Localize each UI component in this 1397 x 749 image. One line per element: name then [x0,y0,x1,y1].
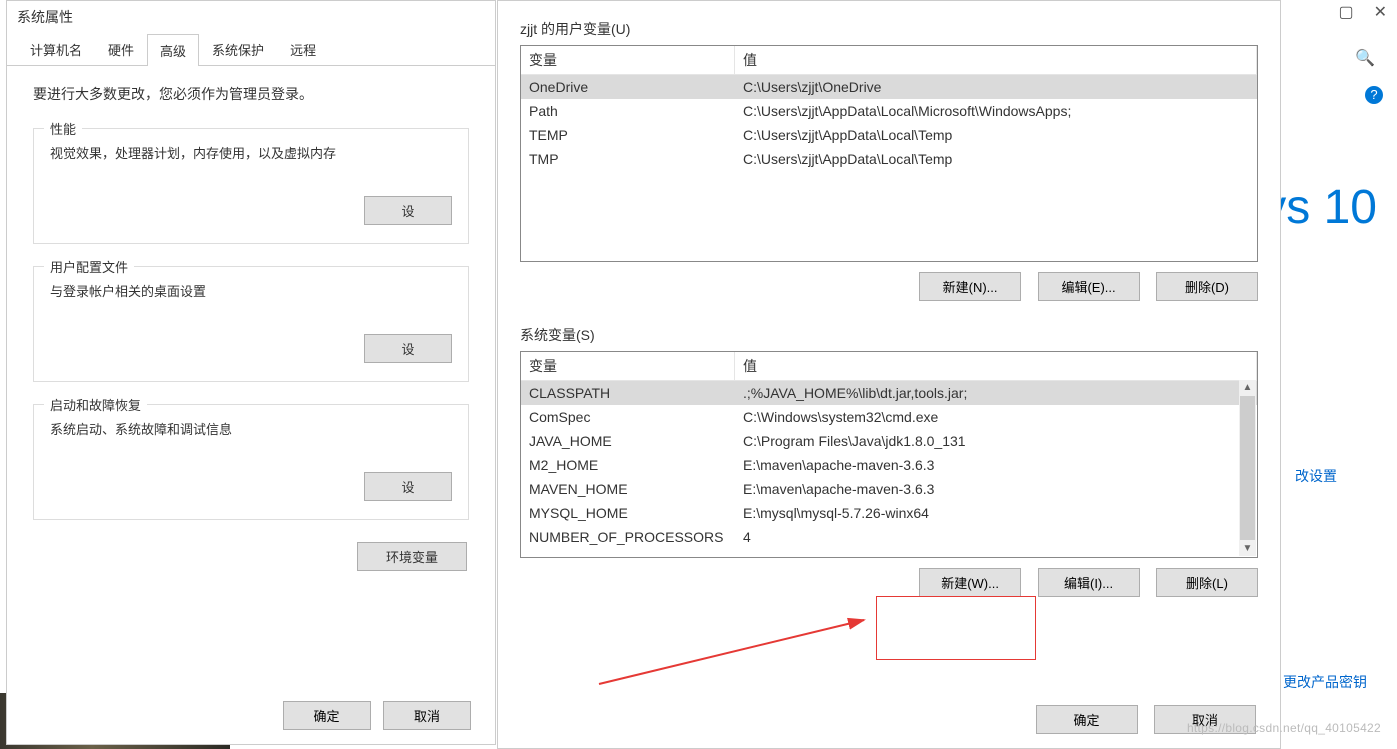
startup-recovery-fieldset: 启动和故障恢复 系统启动、系统故障和调试信息 设 [33,404,469,520]
table-row[interactable]: MAVEN_HOMEE:\maven\apache-maven-3.6.3 [521,477,1257,501]
performance-legend: 性能 [44,119,82,138]
restore-icon[interactable]: ▢ [1338,2,1353,22]
var-name: M2_HOME [521,455,735,475]
var-value: C:\Users\zjjt\OneDrive [735,77,1257,97]
sys-delete-button[interactable]: 删除(L) [1156,568,1258,597]
scroll-thumb[interactable] [1240,396,1255,540]
user-edit-button[interactable]: 编辑(E)... [1038,272,1140,301]
tab-remote[interactable]: 远程 [277,33,329,65]
env-ok-button[interactable]: 确定 [1036,705,1138,734]
table-row[interactable]: TEMPC:\Users\zjjt\AppData\Local\Temp [521,123,1257,147]
startup-recovery-desc: 系统启动、系统故障和调试信息 [50,419,452,438]
var-name: Path [521,101,735,121]
var-value: E:\maven\apache-maven-3.6.3 [735,455,1257,475]
var-name: JAVA_HOME [521,431,735,451]
tabbar: 计算机名 硬件 高级 系统保护 远程 [7,33,495,66]
var-value: .;%JAVA_HOME%\lib\dt.jar,tools.jar; [735,383,1257,403]
sys-new-button[interactable]: 新建(W)... [919,568,1021,597]
cancel-button[interactable]: 取消 [383,701,471,730]
environment-variables-dialog: zjjt 的用户变量(U) 变量 值 OneDriveC:\Users\zjjt… [497,0,1281,749]
col-var-header[interactable]: 变量 [521,352,735,380]
tab-computer-name[interactable]: 计算机名 [17,33,95,65]
sys-vars-title: 系统变量(S) [520,325,1258,345]
var-value: C:\Users\zjjt\AppData\Local\Temp [735,125,1257,145]
performance-fieldset: 性能 视觉效果，处理器计划，内存使用，以及虚拟内存 设 [33,128,469,244]
startup-recovery-legend: 启动和故障恢复 [44,395,147,414]
user-new-button[interactable]: 新建(N)... [919,272,1021,301]
var-name: TMP [521,149,735,169]
var-name: MAVEN_HOME [521,479,735,499]
admin-notice: 要进行大多数更改，您必须作为管理员登录。 [33,84,469,104]
ok-button[interactable]: 确定 [283,701,371,730]
col-var-header[interactable]: 变量 [521,46,735,74]
change-product-key-link[interactable]: 更改产品密钥 [1283,672,1367,692]
tab-system-protection[interactable]: 系统保护 [199,33,277,65]
var-value: E:\mysql\mysql-5.7.26-winx64 [735,503,1257,523]
user-profiles-settings-button[interactable]: 设 [364,334,452,363]
close-icon[interactable]: ✕ [1374,2,1387,22]
dialog-title: 系统属性 [7,1,495,33]
scroll-up-icon[interactable]: ▲ [1243,380,1253,395]
search-icon[interactable]: 🔍 [1355,48,1375,68]
var-value: C:\Users\zjjt\AppData\Local\Microsoft\Wi… [735,101,1257,121]
performance-desc: 视觉效果，处理器计划，内存使用，以及虚拟内存 [50,143,452,162]
user-profiles-fieldset: 用户配置文件 与登录帐户相关的桌面设置 设 [33,266,469,382]
table-row[interactable]: CLASSPATH.;%JAVA_HOME%\lib\dt.jar,tools.… [521,381,1257,405]
table-row[interactable]: M2_HOMEE:\maven\apache-maven-3.6.3 [521,453,1257,477]
user-profiles-desc: 与登录帐户相关的桌面设置 [50,281,452,300]
col-val-header[interactable]: 值 [735,46,1257,74]
user-vars-listbox[interactable]: 变量 值 OneDriveC:\Users\zjjt\OneDrivePathC… [520,45,1258,262]
user-delete-button[interactable]: 删除(D) [1156,272,1258,301]
watermark: https://blog.csdn.net/qq_40105422 [1187,721,1381,735]
performance-settings-button[interactable]: 设 [364,196,452,225]
tab-advanced[interactable]: 高级 [147,34,199,66]
sys-edit-button[interactable]: 编辑(I)... [1038,568,1140,597]
tab-hardware[interactable]: 硬件 [95,33,147,65]
table-row[interactable]: PathC:\Users\zjjt\AppData\Local\Microsof… [521,99,1257,123]
table-row[interactable]: OneDriveC:\Users\zjjt\OneDrive [521,75,1257,99]
environment-variables-button[interactable]: 环境变量 [357,542,467,571]
var-value: E:\maven\apache-maven-3.6.3 [735,479,1257,499]
scroll-down-icon[interactable]: ▼ [1243,541,1253,556]
var-name: NUMBER_OF_PROCESSORS [521,527,735,547]
user-vars-title: zjjt 的用户变量(U) [520,19,1258,39]
table-row[interactable]: ComSpecC:\Windows\system32\cmd.exe [521,405,1257,429]
system-properties-dialog: 系统属性 计算机名 硬件 高级 系统保护 远程 要进行大多数更改，您必须作为管理… [6,0,496,745]
var-name: TEMP [521,125,735,145]
scrollbar[interactable]: ▲ ▼ [1239,380,1256,556]
var-value: 4 [735,527,1257,547]
col-val-header[interactable]: 值 [735,352,1257,380]
var-value: C:\Windows\system32\cmd.exe [735,407,1257,427]
var-value: C:\Program Files\Java\jdk1.8.0_131 [735,431,1257,451]
var-name: ComSpec [521,407,735,427]
user-profiles-legend: 用户配置文件 [44,257,134,276]
table-row[interactable]: TMPC:\Users\zjjt\AppData\Local\Temp [521,147,1257,171]
sys-vars-listbox[interactable]: 变量 值 CLASSPATH.;%JAVA_HOME%\lib\dt.jar,t… [520,351,1258,558]
change-settings-link[interactable]: 改设置 [1295,466,1337,486]
table-row[interactable]: NUMBER_OF_PROCESSORS4 [521,525,1257,549]
var-name: MYSQL_HOME [521,503,735,523]
table-row[interactable]: JAVA_HOMEC:\Program Files\Java\jdk1.8.0_… [521,429,1257,453]
var-name: CLASSPATH [521,383,735,403]
var-name: OneDrive [521,77,735,97]
table-row[interactable]: MYSQL_HOMEE:\mysql\mysql-5.7.26-winx64 [521,501,1257,525]
startup-recovery-settings-button[interactable]: 设 [364,472,452,501]
var-value: C:\Users\zjjt\AppData\Local\Temp [735,149,1257,169]
help-icon[interactable]: ? [1365,86,1383,104]
